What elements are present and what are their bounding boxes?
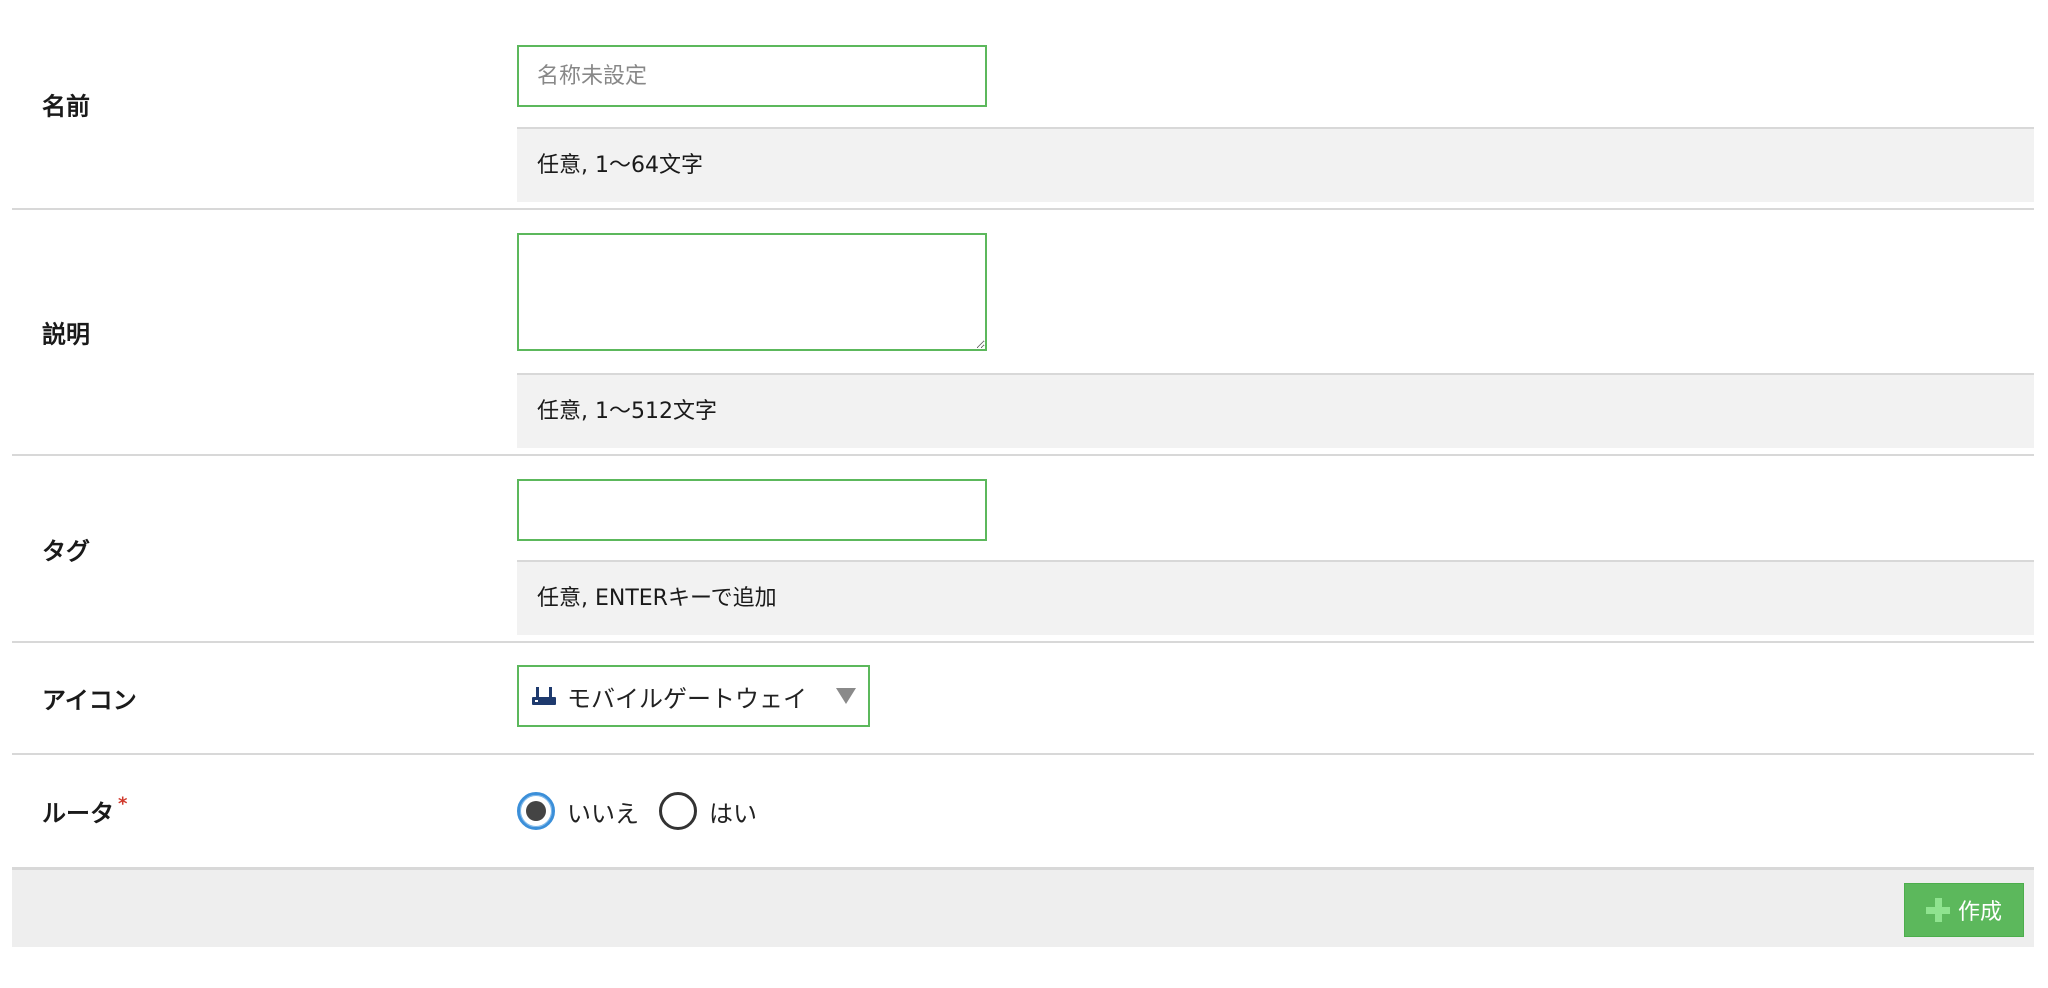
router-radio-group: いいえ はい	[517, 792, 777, 830]
router-label: ルータ *	[42, 794, 127, 829]
required-mark: *	[118, 793, 128, 815]
plus-icon	[1925, 898, 1950, 922]
router-icon	[531, 685, 557, 707]
icon-select[interactable]: モバイルゲートウェイ	[517, 665, 870, 727]
name-input[interactable]	[517, 45, 987, 107]
router-option-no[interactable]: いいえ	[517, 792, 639, 830]
radio-button-no[interactable]	[517, 792, 555, 830]
tags-input[interactable]	[517, 479, 987, 541]
create-button[interactable]: 作成	[1904, 883, 2024, 937]
icon-row: アイコン モバイルゲートウェイ	[12, 643, 2034, 755]
tags-row: タグ 任意, ENTERキーで追加	[12, 456, 2034, 643]
description-label: 説明	[42, 320, 90, 349]
chevron-down-icon	[836, 688, 856, 704]
router-label-text: ルータ	[42, 799, 114, 828]
description-hint: 任意, 1〜512文字	[517, 373, 2034, 448]
router-option-yes[interactable]: はい	[659, 792, 757, 830]
name-hint: 任意, 1〜64文字	[517, 127, 2034, 202]
router-row: ルータ * いいえ はい	[12, 755, 2034, 867]
router-option-no-label: いいえ	[567, 799, 639, 828]
form-footer: 作成	[12, 867, 2034, 947]
icon-select-value: モバイルゲートウェイ	[567, 684, 807, 713]
tags-label: タグ	[42, 537, 90, 565]
radio-selected-dot	[526, 801, 546, 821]
tags-hint: 任意, ENTERキーで追加	[517, 560, 2034, 635]
icon-label: アイコン	[42, 686, 137, 715]
radio-button-yes[interactable]	[659, 792, 697, 830]
name-label: 名前	[42, 92, 90, 121]
description-row: 説明 任意, 1〜512文字	[12, 210, 2034, 456]
create-button-label: 作成	[1957, 900, 2002, 925]
description-textarea[interactable]	[517, 233, 987, 351]
router-option-yes-label: はい	[709, 799, 757, 828]
name-row: 名前 任意, 1〜64文字	[12, 0, 2034, 210]
resource-form: 名前 任意, 1〜64文字 説明 任意, 1〜512文字 タグ 任意, ENTE…	[12, 0, 2034, 867]
